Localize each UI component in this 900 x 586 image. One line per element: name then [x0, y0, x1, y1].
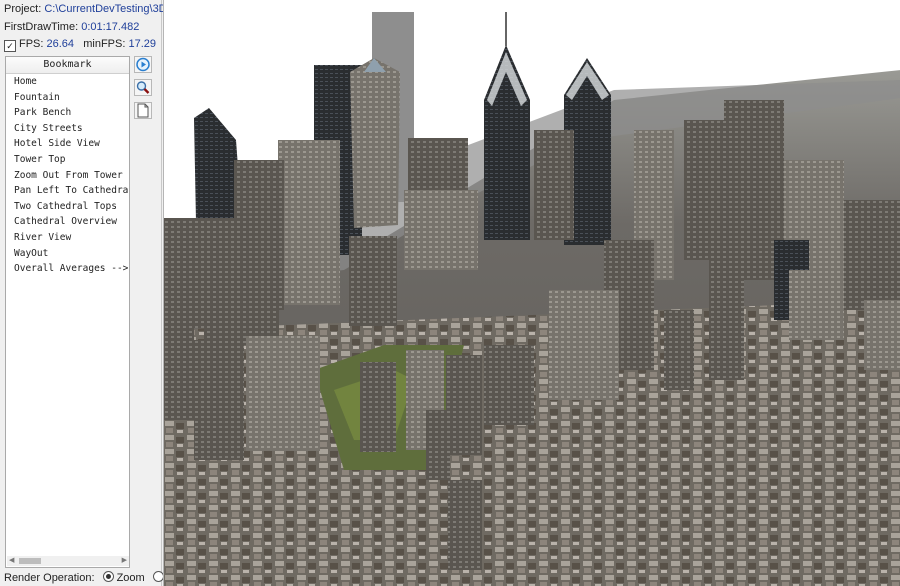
min-fps-label: minFPS: — [83, 38, 126, 50]
building — [709, 250, 744, 380]
min-fps-value: 17.29 — [128, 38, 156, 50]
building — [246, 336, 320, 451]
building — [426, 410, 450, 480]
zoom-tool-button[interactable] — [134, 79, 152, 96]
3d-scene-view[interactable] — [163, 0, 900, 586]
scroll-left-arrow-icon[interactable]: ◀ — [9, 556, 14, 566]
project-path: C:\CurrentDevTesting\3D — [44, 3, 167, 15]
tower — [278, 140, 340, 305]
new-page-button[interactable] — [134, 102, 152, 119]
render-operation-group: Render Operation: Zoom Pa — [4, 571, 180, 584]
building — [204, 270, 279, 345]
play-button[interactable] — [134, 56, 152, 73]
bookmark-item[interactable]: Pan Left To Cathedra — [6, 183, 129, 199]
bookmark-item[interactable]: City Streets — [6, 121, 129, 137]
bookmark-item[interactable]: Overall Averages --> — [6, 261, 129, 277]
bookmark-list[interactable]: Bookmark Home Fountain Park Bench City Stre… — [5, 56, 130, 568]
building — [448, 480, 482, 570]
bookmark-item[interactable]: Zoom Out From Tower — [6, 168, 129, 184]
project-label: Project: — [4, 3, 42, 15]
play-icon — [136, 57, 150, 72]
building — [360, 362, 396, 452]
radio-zoom-label[interactable]: Zoom — [117, 572, 145, 584]
building — [789, 270, 844, 340]
building — [194, 340, 244, 460]
city-render — [164, 0, 900, 586]
building — [484, 345, 534, 425]
bookmark-item[interactable]: Tower Top — [6, 152, 129, 168]
bookmark-item[interactable]: Home — [6, 74, 129, 90]
building — [684, 120, 724, 260]
fps-value: 26.64 — [46, 38, 75, 50]
fps-label: FPS: — [19, 38, 44, 50]
blank-page-icon — [137, 103, 149, 118]
bookmark-item[interactable]: WayOut — [6, 246, 129, 262]
fps-row: ✓ FPS: 26.64 minFPS: 17.29 — [4, 38, 156, 52]
first-draw-row: FirstDrawTime: 0:01:17.482 — [4, 21, 139, 33]
building — [864, 300, 900, 370]
building — [549, 290, 619, 400]
bookmark-column-header[interactable]: Bookmark — [6, 57, 129, 74]
render-operation-label: Render Operation: — [4, 572, 95, 584]
bookmark-item[interactable]: Hotel Side View — [6, 136, 129, 152]
building — [404, 190, 478, 270]
building — [446, 355, 482, 455]
building — [664, 310, 694, 390]
building — [534, 130, 574, 240]
first-draw-value: 0:01:17.482 — [81, 21, 140, 33]
bookmark-item[interactable]: Cathedral Overview — [6, 214, 129, 230]
bookmark-item[interactable]: Park Bench — [6, 105, 129, 121]
tower — [350, 58, 400, 228]
scrollbar-thumb[interactable] — [19, 558, 41, 564]
horizontal-scrollbar[interactable]: ◀ ▶ — [7, 556, 129, 566]
building — [164, 300, 194, 420]
building — [844, 200, 900, 310]
bookmark-item[interactable]: Fountain — [6, 90, 129, 106]
left-panel: Project: C:\CurrentDevTesting\3D FirstDr… — [0, 0, 180, 586]
first-draw-label: FirstDrawTime: — [4, 21, 79, 33]
magnifier-icon — [136, 81, 150, 94]
building — [349, 236, 397, 326]
radio-zoom[interactable] — [102, 571, 114, 582]
fps-checkbox[interactable]: ✓ — [4, 40, 16, 52]
project-row: Project: C:\CurrentDevTesting\3D — [4, 3, 167, 15]
bookmark-items: Home Fountain Park Bench City Streets Hotel … — [6, 74, 129, 277]
bookmark-item[interactable]: Two Cathedral Tops — [6, 199, 129, 215]
bookmark-item[interactable]: River View — [6, 230, 129, 246]
scroll-right-arrow-icon[interactable]: ▶ — [122, 556, 127, 566]
